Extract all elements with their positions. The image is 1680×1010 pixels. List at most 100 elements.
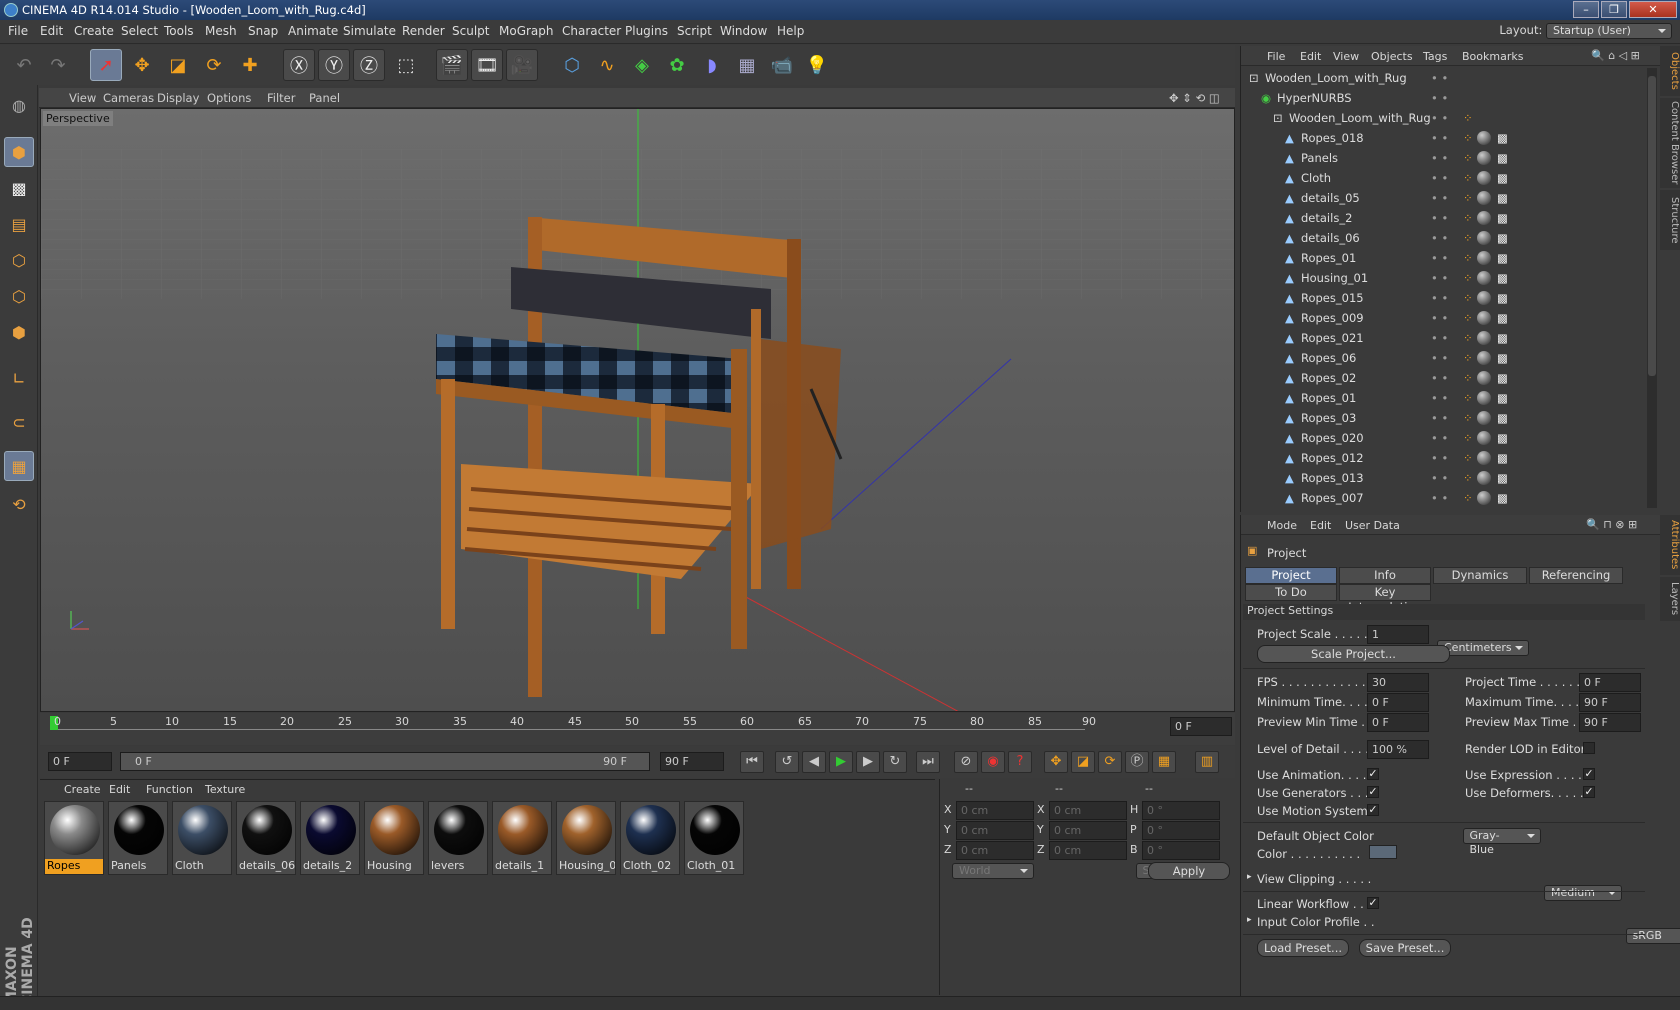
phong-tag-icon[interactable]: ⁘ [1463,408,1473,428]
menu-window[interactable]: Window [720,24,767,38]
nurbs-icon[interactable]: ◈ [626,49,658,81]
menu-sculpt[interactable]: Sculpt [452,24,489,38]
view-clipping-dropdown[interactable]: Medium [1544,885,1622,901]
object-row[interactable]: ▲ Ropes_01 • • ⁘ ▩ [1241,388,1646,408]
obj-menu-bookmarks[interactable]: Bookmarks [1462,50,1523,63]
phong-tag-icon[interactable]: ⁘ [1463,228,1473,248]
default-color-dropdown[interactable]: Gray-Blue [1462,828,1541,856]
render-settings-icon[interactable]: 🎥 [506,49,538,81]
floor-icon[interactable]: ▦ [731,49,763,81]
uvw-tag-icon[interactable]: ▩ [1497,428,1508,448]
visibility-dots-icon[interactable]: • • [1431,288,1448,308]
texture-mode-icon[interactable]: ▩ [4,173,34,203]
save-preset-button[interactable]: Save Preset... [1359,939,1451,957]
x-axis-icon[interactable]: Ⓧ [283,49,315,81]
model-mode-icon[interactable]: ⬢ [4,137,34,167]
uvw-tag-icon[interactable]: ▩ [1497,488,1508,508]
locked-workplane-icon[interactable]: ⟲ [4,489,34,519]
tab-key-interpolation[interactable]: Key Interpolation [1339,584,1431,614]
start-frame-field[interactable]: 0 F [48,752,112,771]
tab-referencing[interactable]: Referencing [1529,567,1623,584]
uvw-tag-icon[interactable]: ▩ [1497,208,1508,228]
go-to-start-icon[interactable]: ⏮ [740,751,764,773]
expand-arrow-icon[interactable]: ▸ [1247,915,1252,925]
phong-tag-icon[interactable]: ⁘ [1463,288,1473,308]
material-tag-icon[interactable] [1477,311,1491,325]
scale-icon[interactable]: ◪ [162,49,194,81]
linear-workflow-checkbox[interactable]: ✓ [1367,897,1379,909]
3d-viewport[interactable]: Perspective [40,108,1235,712]
phong-tag-icon[interactable]: ⁘ [1463,428,1473,448]
visibility-dots-icon[interactable]: • • [1431,428,1448,448]
side-tab-content-browser[interactable]: Content Browser [1660,98,1680,188]
coord-value-field[interactable]: 0 cm [956,801,1034,820]
uvw-tag-icon[interactable]: ▩ [1497,448,1508,468]
timeline-window-icon[interactable]: ▥ [1195,751,1219,773]
min-time-field[interactable]: 0 F [1367,693,1429,712]
menu-snap[interactable]: Snap [248,24,278,38]
phong-tag-icon[interactable]: ⁘ [1463,328,1473,348]
autokey-icon[interactable]: ◉ [981,751,1005,773]
phong-tag-icon[interactable]: ⁘ [1463,468,1473,488]
coord-value-field[interactable]: 0 cm [1049,841,1127,860]
side-tab-attributes[interactable]: Attributes [1660,515,1680,575]
coord-value-field[interactable]: 0 ° [1142,821,1220,840]
object-row[interactable]: ▲ Ropes_06 • • ⁘ ▩ [1241,348,1646,368]
workplane-icon[interactable]: ▤ [4,209,34,239]
visibility-dots-icon[interactable]: • • [1431,328,1448,348]
material-tag-icon[interactable] [1477,211,1491,225]
uvw-tag-icon[interactable]: ▩ [1497,408,1508,428]
visibility-dots-icon[interactable]: • • [1431,248,1448,268]
visibility-dots-icon[interactable]: • • [1431,308,1448,328]
visibility-dots-icon[interactable]: • • [1431,488,1448,508]
use-deformers-checkbox[interactable]: ✓ [1583,786,1595,798]
visibility-dots-icon[interactable]: • • [1431,408,1448,428]
material-tag-icon[interactable] [1477,491,1491,505]
rotate-icon[interactable]: ⟳ [198,49,230,81]
object-row[interactable]: ▲ details_06 • • ⁘ ▩ [1241,228,1646,248]
minimize-button[interactable]: – [1573,1,1599,18]
object-row[interactable]: ◉ HyperNURBS • • [1241,88,1646,108]
tab-todo[interactable]: To Do [1245,584,1337,601]
visibility-dots-icon[interactable]: • • [1431,388,1448,408]
side-tab-structure[interactable]: Structure [1660,190,1680,250]
menu-script[interactable]: Script [677,24,712,38]
previous-frame-icon[interactable]: ◀ [802,751,826,773]
color-swatch[interactable] [1369,845,1397,859]
obj-menu-file[interactable]: File [1267,50,1285,63]
expand-arrow-icon[interactable]: ▸ [1247,872,1252,882]
restore-button[interactable]: ❐ [1601,1,1627,18]
material-swatch[interactable]: Cloth_02 [620,801,680,875]
key-pla-icon[interactable]: ▦ [1152,751,1176,773]
max-time-field[interactable]: 90 F [1579,693,1641,712]
obj-menu-view[interactable]: View [1333,50,1359,63]
array-icon[interactable]: ✿ [661,49,693,81]
object-scrollbar[interactable] [1647,68,1657,508]
visibility-dots-icon[interactable]: • • [1431,128,1448,148]
preview-max-field[interactable]: 90 F [1579,713,1641,732]
viewport-nav-icon[interactable]: ✥ ⇕ ⟲ ◫ [1169,91,1220,105]
key-param-icon[interactable]: Ⓟ [1125,751,1149,773]
keyframe-selection-icon[interactable]: ? [1008,751,1032,773]
material-tag-icon[interactable] [1477,191,1491,205]
phong-tag-icon[interactable]: ⁘ [1463,388,1473,408]
menu-create[interactable]: Create [74,24,114,38]
visibility-dots-icon[interactable]: • • [1431,348,1448,368]
menu-mograph[interactable]: MoGraph [499,24,554,38]
phong-tag-icon[interactable]: ⁘ [1463,148,1473,168]
visibility-dots-icon[interactable]: • • [1431,228,1448,248]
uvw-tag-icon[interactable]: ▩ [1497,168,1508,188]
go-to-end-icon[interactable]: ⏭ [916,751,940,773]
uvw-tag-icon[interactable]: ▩ [1497,368,1508,388]
mat-menu-edit[interactable]: Edit [109,783,130,796]
material-swatch[interactable]: Ropes [44,801,104,875]
y-axis-icon[interactable]: Ⓨ [318,49,350,81]
viewport-menu-panel[interactable]: Panel [309,91,340,105]
deformer-icon[interactable]: ◗ [696,49,728,81]
attr-menu-mode[interactable]: Mode [1267,519,1297,532]
uvw-tag-icon[interactable]: ▩ [1497,148,1508,168]
material-tag-icon[interactable] [1477,291,1491,305]
undo-icon[interactable]: ↶ [8,49,40,81]
phong-tag-icon[interactable]: ⁘ [1463,188,1473,208]
visibility-dots-icon[interactable]: • • [1431,88,1448,108]
